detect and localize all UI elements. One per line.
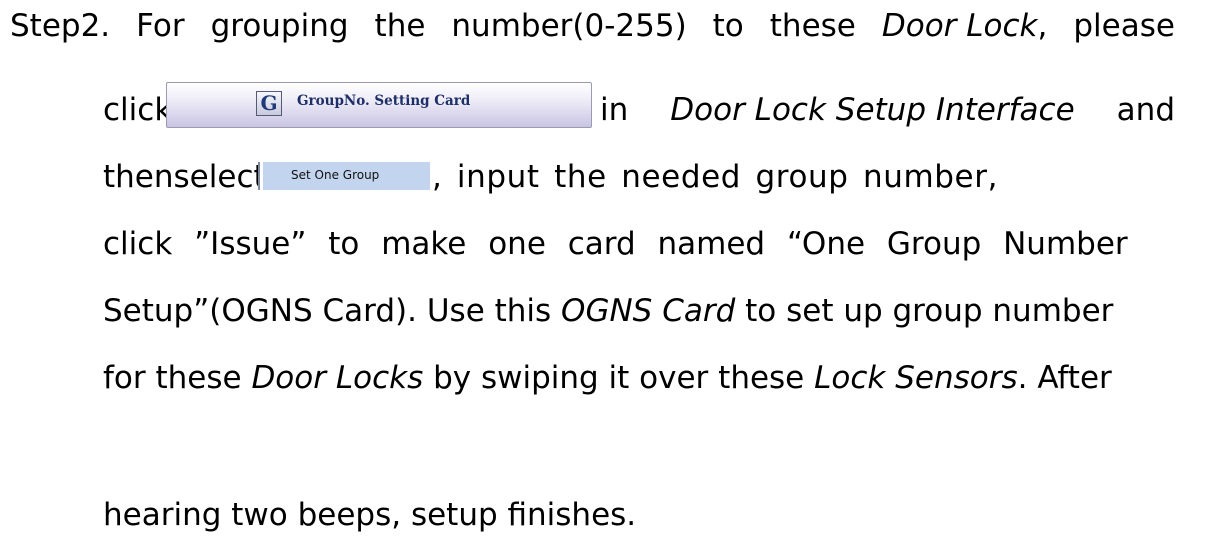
group-g-icon: G xyxy=(256,91,282,116)
word: and xyxy=(1116,92,1175,128)
word: select xyxy=(173,159,266,195)
word: the xyxy=(374,8,426,44)
text-line-7: hearing two beeps, setup finishes. xyxy=(103,497,637,533)
word: in xyxy=(600,92,629,128)
word: For xyxy=(136,8,185,44)
lock-sensors-term: Lock Sensors xyxy=(814,360,1018,396)
text-line-3-start: then select xyxy=(103,157,266,197)
text-span: Setup”(OGNS Card). Use this xyxy=(103,293,562,329)
text-line-2-rest: in Door Lock Setup Interface and xyxy=(600,90,1175,130)
word: to xyxy=(712,8,744,44)
word: these xyxy=(769,8,856,44)
ogns-card-term: OGNS Card xyxy=(561,293,736,329)
word: then xyxy=(103,159,174,195)
door-lock-setup-interface-term: Door Lock Setup Interface xyxy=(670,92,1075,128)
word: please xyxy=(1073,8,1175,44)
text-line-6: for these Door Locks by swiping it over … xyxy=(103,358,1112,398)
groupno-setting-card-label: GroupNo. Setting Card xyxy=(297,93,471,109)
text-line-1: Step2. For grouping the number(0-255) to… xyxy=(10,6,1175,46)
text-span: . After xyxy=(1017,360,1112,396)
text-span: for these xyxy=(103,360,252,396)
text-line-4: click ”Issue” to make one card named “On… xyxy=(103,226,1128,262)
text-line-3-rest: , input the needed group number, xyxy=(432,159,999,195)
text-span: by swiping it over these xyxy=(423,360,815,396)
step-label: Step2. xyxy=(10,8,111,44)
word: number(0-255) xyxy=(451,8,687,44)
groupno-setting-card-button[interactable]: G GroupNo. Setting Card xyxy=(166,82,592,128)
set-one-group-label: Set One Group xyxy=(291,168,380,182)
word: grouping xyxy=(210,8,349,44)
menu-separator xyxy=(260,162,263,190)
door-locks-term: Door Locks xyxy=(251,360,424,396)
text-span: to set up group number xyxy=(735,293,1114,329)
text-line-2-click: click xyxy=(103,92,173,128)
set-one-group-menu-item[interactable]: Set One Group xyxy=(258,162,430,190)
text-line-5: Setup”(OGNS Card). Use this OGNS Card to… xyxy=(103,291,1113,331)
door-lock-term: Door Lock, xyxy=(881,8,1048,44)
